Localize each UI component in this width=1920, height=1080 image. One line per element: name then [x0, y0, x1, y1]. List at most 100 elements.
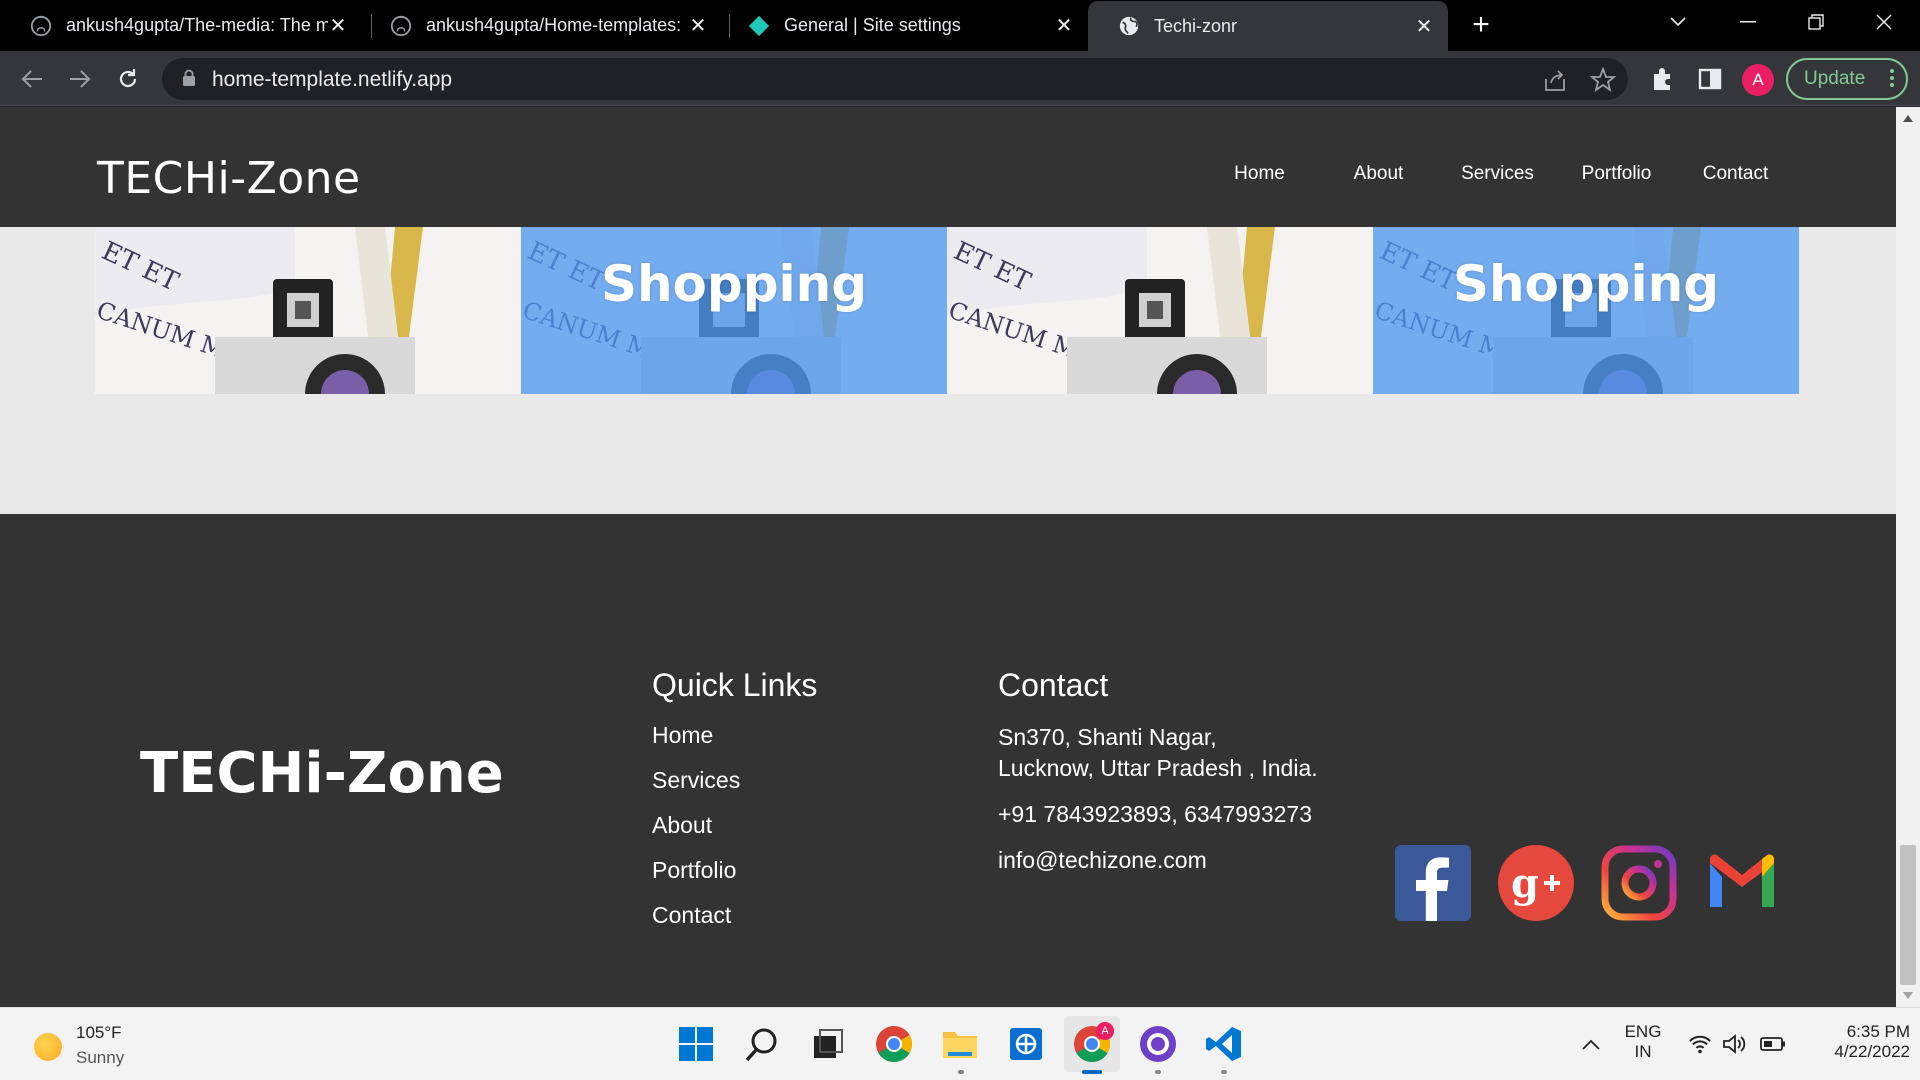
file-explorer-icon[interactable] [940, 1024, 980, 1064]
site-header: TECHi-Zone Home About Services Portfolio… [0, 107, 1896, 227]
tile-title: Shopping [1452, 255, 1720, 313]
tab-search-chevron-icon[interactable] [1648, 0, 1708, 44]
camera-photo: ET ET CANUM MEUN [947, 227, 1373, 394]
reload-button[interactable] [110, 61, 146, 97]
close-tab-icon[interactable]: ✕ [688, 13, 708, 38]
tab-home-templates[interactable]: ankush4gupta/Home-templates: ✕ [360, 0, 722, 51]
gallery-tile[interactable]: ET ET CANUM MEUN [95, 227, 521, 394]
scroll-down-arrow-icon[interactable] [1903, 992, 1913, 999]
profile-avatar[interactable]: A [1742, 64, 1774, 96]
task-view-icon[interactable] [808, 1024, 848, 1064]
clock-time: 6:35 PM [1846, 1022, 1910, 1041]
search-icon[interactable] [742, 1024, 782, 1064]
tab-title: ankush4gupta/Home-templates: [426, 15, 682, 35]
extensions-icon[interactable] [1648, 65, 1676, 93]
scrollbar-thumb[interactable] [1900, 845, 1916, 985]
vscode-icon[interactable] [1204, 1024, 1244, 1064]
scroll-up-arrow-icon[interactable] [1903, 115, 1913, 122]
footer-link-home[interactable]: Home [652, 722, 817, 749]
address: Sn370, Shanti Nagar, Lucknow, Uttar Prad… [998, 722, 1318, 784]
new-tab-button[interactable]: + [1466, 10, 1496, 40]
bookmark-star-icon[interactable] [1590, 67, 1616, 93]
menu-dots-icon [1890, 69, 1894, 87]
reload-icon [119, 69, 137, 88]
battery-icon[interactable] [1760, 1036, 1786, 1052]
svg-text:g: g [1511, 860, 1539, 907]
tab-site-settings[interactable]: General | Site settings ✕ [718, 0, 1088, 51]
notification-badge: A [1096, 1022, 1114, 1040]
footer-brand: TECHi-Zone [140, 741, 504, 806]
wifi-icon[interactable] [1688, 1034, 1712, 1054]
facebook-icon[interactable] [1395, 845, 1471, 921]
footer-link-contact[interactable]: Contact [652, 902, 817, 929]
clock[interactable]: 6:35 PM 4/22/2022 [1800, 1022, 1910, 1062]
chrome-icon[interactable] [874, 1024, 914, 1064]
page-viewport: TECHi-Zone Home About Services Portfolio… [0, 107, 1896, 1007]
side-panel-icon[interactable] [1696, 65, 1724, 93]
restore-button[interactable] [1786, 0, 1846, 44]
address-bar[interactable]: home-template.netlify.app [162, 58, 1628, 100]
back-button[interactable] [14, 61, 50, 97]
site-logo[interactable]: TECHi-Zone [97, 153, 361, 204]
weather-description[interactable]: Sunny [76, 1048, 124, 1068]
sun-icon[interactable] [34, 1033, 62, 1061]
gallery-tile-shopping[interactable]: ET ET CANUM MEUN Shopping [1373, 227, 1799, 394]
gmail-icon[interactable] [1704, 845, 1780, 921]
gallery-tile[interactable]: ET ET CANUM MEUN [947, 227, 1373, 394]
github-icon [30, 15, 52, 36]
windows-taskbar: 105°F Sunny A ENG IN 6:35 PM 4/22/2022 [0, 1007, 1920, 1080]
github-icon [390, 15, 412, 36]
gallery-tile-shopping[interactable]: ET ET CANUM MEUN Shopping [521, 227, 947, 394]
footer-link-about[interactable]: About [652, 812, 817, 839]
close-tab-icon[interactable]: ✕ [1414, 14, 1434, 39]
minimize-button[interactable] [1718, 0, 1778, 44]
volume-icon[interactable] [1722, 1034, 1748, 1054]
footer-link-portfolio[interactable]: Portfolio [652, 857, 817, 884]
site-nav: Home About Services Portfolio Contact [1200, 163, 1795, 185]
github-desktop-icon[interactable] [1138, 1024, 1178, 1064]
lang-line-1: ENG [1624, 1022, 1662, 1041]
email-address: info@techizone.com [998, 847, 1207, 873]
site-footer: TECHi-Zone Quick Links Home Services Abo… [0, 514, 1896, 1007]
instagram-icon[interactable] [1601, 845, 1677, 921]
contact-info: Contact Sn370, Shanti Nagar, Lucknow, Ut… [998, 667, 1318, 891]
nav-about[interactable]: About [1319, 163, 1438, 185]
nav-services[interactable]: Services [1438, 163, 1557, 185]
update-button[interactable]: Update [1786, 58, 1908, 100]
windows-start-icon[interactable] [676, 1024, 716, 1064]
contact-title: Contact [998, 667, 1109, 703]
input-language[interactable]: ENG IN [1618, 1022, 1668, 1062]
nav-home[interactable]: Home [1200, 163, 1319, 185]
google-plus-icon[interactable]: g [1498, 845, 1574, 921]
close-tab-icon[interactable]: ✕ [1054, 13, 1074, 38]
weather-temperature[interactable]: 105°F [76, 1023, 122, 1043]
quick-links-title: Quick Links [652, 667, 818, 703]
browser-tab-strip: ankush4gupta/The-media: The m ✕ ankush4g… [0, 0, 1920, 51]
nav-contact[interactable]: Contact [1676, 163, 1795, 185]
tab-title: General | Site settings [784, 15, 961, 35]
chevron-up-icon[interactable] [1582, 1038, 1600, 1050]
forward-button[interactable] [62, 61, 98, 97]
lock-icon [183, 69, 195, 86]
tab-techi-zonr[interactable]: Techi-zonr ✕ [1088, 1, 1448, 51]
arrow-right-icon [70, 70, 91, 88]
share-icon[interactable] [1542, 67, 1568, 93]
tile-title: Shopping [600, 255, 868, 313]
quick-links: Quick Links Home Services About Portfoli… [652, 667, 817, 947]
tab-title: ankush4gupta/The-media: The m [66, 15, 328, 35]
netlify-icon [748, 15, 770, 36]
running-indicator [1155, 1070, 1161, 1074]
tab-the-media[interactable]: ankush4gupta/The-media: The m ✕ [0, 0, 362, 51]
footer-link-services[interactable]: Services [652, 767, 817, 794]
nav-portfolio[interactable]: Portfolio [1557, 163, 1676, 185]
active-indicator [1082, 1070, 1102, 1074]
running-indicator [1221, 1070, 1227, 1074]
page-scrollbar[interactable] [1896, 107, 1920, 1007]
tab-title: Techi-zonr [1154, 15, 1238, 36]
store-icon[interactable] [1006, 1024, 1046, 1064]
url-text: home-template.netlify.app [212, 68, 453, 91]
address-line-2: Lucknow, Uttar Pradesh , India. [998, 755, 1318, 781]
close-tab-icon[interactable]: ✕ [328, 13, 348, 38]
close-window-button[interactable] [1854, 0, 1914, 44]
address-line-1: Sn370, Shanti Nagar, [998, 724, 1217, 750]
